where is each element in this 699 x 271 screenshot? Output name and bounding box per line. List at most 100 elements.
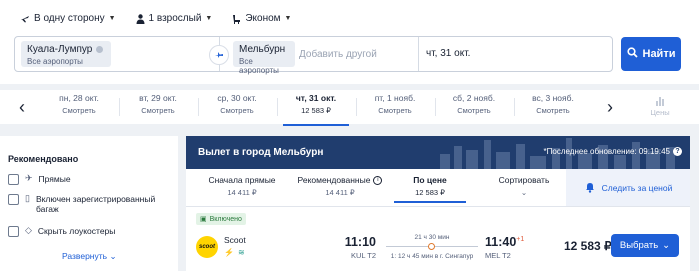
select-label: Выбрать [619, 240, 659, 251]
badge-label: Включено [209, 215, 242, 223]
date-cell-day: вт, 29 окт. [139, 93, 177, 103]
date-cell-day: ср, 30 окт. [217, 93, 257, 103]
divider [198, 98, 199, 116]
tab-label: Сортировать [498, 175, 550, 185]
search-panel: В одну сторону ▼ 1 взрослый ▼ Эконом ▼ К… [0, 0, 699, 84]
date-field[interactable]: чт, 31 окт. [426, 48, 470, 59]
next-day-indicator: +1 [516, 235, 525, 243]
flight-card[interactable]: ▣ Включено scoot Scoot ⚡ ≋ 11:10 KUL T2 … [186, 207, 690, 271]
sort-dropdown[interactable]: Сортировать ⌄ [494, 175, 554, 197]
results-header: Вылет в город Мельбурн *Последнее обновл… [186, 136, 690, 169]
arrival-time: 11:40 [485, 235, 517, 249]
search-box: Куала-Лумпур Все аэропорты Мельбурн Все … [14, 36, 613, 75]
date-cell-day: вс, 3 нояб. [532, 93, 574, 103]
to-chip[interactable]: Мельбурн Все аэропорты [233, 41, 295, 75]
tab-direct-first[interactable]: Сначала прямые 14 411 ₽ [202, 175, 282, 197]
chevron-right-icon[interactable]: › [604, 97, 616, 117]
results-title: Вылет в город Мельбурн [198, 147, 324, 158]
chevron-down-icon: ⌄ [520, 188, 528, 197]
search-button-label: Найти [642, 48, 676, 60]
date-cell-price: Смотреть [457, 106, 491, 115]
swap-plane-icon[interactable] [209, 45, 229, 65]
date-cell-price: Смотреть [220, 106, 254, 115]
person-icon [136, 13, 145, 24]
prices-toggle[interactable]: Цены [640, 94, 680, 117]
date-cell-price: Смотреть [141, 106, 175, 115]
date-cell[interactable]: сб, 2 нояб. Смотреть [435, 93, 513, 123]
divider [277, 98, 278, 116]
from-sub: Все аэропорты [27, 57, 83, 66]
departure-airport: KUL T2 [350, 251, 376, 260]
info-icon[interactable]: i [373, 175, 383, 185]
price-alert-label: Следить за ценой [601, 182, 673, 193]
filters-panel: Рекомендовано ✈ Прямые ▯ Включен зарегис… [0, 136, 178, 271]
trip-type-select[interactable]: В одну сторону ▼ [20, 13, 116, 24]
duration: 21 ч 30 мин [414, 234, 450, 241]
prices-label: Цены [650, 108, 670, 117]
last-update: *Последнее обновление: 09:19:45 ? [544, 147, 682, 156]
date-cell-price: Смотреть [536, 106, 570, 115]
from-city: Куала-Лумпур [27, 44, 93, 55]
airline-logo: scoot [196, 236, 218, 258]
cabin-class-select[interactable]: Эконом ▼ [232, 13, 291, 24]
stop-marker [428, 243, 435, 250]
date-cell[interactable]: чт, 31 окт. 12 583 ₽ [277, 93, 355, 126]
date-cell[interactable]: пт, 1 нояб. Смотреть [356, 93, 434, 123]
date-cell-price: Смотреть [378, 106, 412, 115]
checkbox[interactable] [8, 174, 19, 185]
divider [356, 98, 357, 116]
from-chip[interactable]: Куала-Лумпур Все аэропорты [21, 41, 111, 67]
sort-tabs: Сначала прямые 14 411 ₽ Рекомендованные i… [186, 169, 690, 207]
tab-label: По цене [413, 175, 447, 185]
filter-baggage[interactable]: ▯ Включен зарегистрированный багаж [8, 193, 173, 214]
checkbox[interactable] [8, 194, 19, 205]
plane-icon: ✈ [25, 173, 33, 183]
tab-recommended[interactable]: Рекомендованные i 14 411 ₽ [292, 175, 388, 197]
expand-filters-link[interactable]: Развернуть ⌄ [62, 251, 117, 262]
seat-icon [232, 14, 241, 24]
trip-type-label: В одну сторону [34, 13, 105, 24]
date-cell[interactable]: ср, 30 окт. Смотреть [198, 93, 276, 123]
add-destination-input[interactable]: Добавить другой [299, 49, 377, 60]
divider [418, 37, 419, 71]
remove-icon[interactable] [96, 46, 104, 53]
checkbox[interactable] [8, 226, 19, 237]
arrival: 11:40+1 MEL T2 [485, 235, 530, 260]
tab-label: Рекомендованные [297, 175, 371, 185]
to-sub: Все аэропорты [239, 57, 279, 75]
tab-value: 14 411 ₽ [325, 188, 355, 197]
date-cell-day: сб, 2 нояб. [452, 93, 496, 103]
chevron-left-icon[interactable]: ‹ [16, 97, 28, 117]
tab-value: 12 583 ₽ [415, 188, 445, 197]
price-alert-button[interactable]: Следить за ценой [566, 169, 690, 206]
date-cell[interactable]: вт, 29 окт. Смотреть [119, 93, 197, 123]
passengers-select[interactable]: 1 взрослый ▼ [136, 13, 212, 24]
arrival-airport: MEL T2 [485, 251, 511, 260]
select-button[interactable]: Выбрать ⌄ [611, 234, 679, 257]
power-icon: ⚡ [224, 248, 234, 257]
included-badge: ▣ Включено [196, 213, 246, 225]
departure-time: 11:10 [344, 235, 376, 249]
airline-name: Scoot [224, 235, 246, 245]
tab-value: 14 411 ₽ [227, 188, 257, 197]
bar-chart-icon [640, 94, 680, 106]
chevron-down-icon: ⌄ [662, 240, 671, 251]
date-carousel: ‹ пн, 28 окт. Смотреть вт, 29 окт. Смотреть… [0, 90, 699, 126]
tab-by-price[interactable]: По цене 12 583 ₽ [394, 175, 466, 203]
to-city: Мельбурн [239, 44, 286, 55]
search-icon [626, 47, 638, 61]
search-button[interactable]: Найти [621, 37, 681, 71]
filter-label: Прямые [38, 174, 71, 184]
filter-lowcost[interactable]: ◇ Скрыть лоукостеры [8, 225, 115, 237]
tag-icon: ◇ [25, 225, 32, 235]
date-cell[interactable]: пн, 28 окт. Смотреть [40, 93, 118, 123]
passengers-label: 1 взрослый [148, 13, 202, 24]
help-icon[interactable]: ? [673, 147, 682, 156]
search-options: В одну сторону ▼ 1 взрослый ▼ Эконом ▼ [20, 13, 291, 24]
filters-title: Рекомендовано [8, 154, 79, 164]
filter-direct[interactable]: ✈ Прямые [8, 173, 71, 185]
date-cell-day: пн, 28 окт. [59, 93, 99, 103]
cabin-class-label: Эконом [245, 13, 281, 24]
chevron-down-icon: ⌄ [109, 251, 117, 261]
date-cell[interactable]: вс, 3 нояб. Смотреть [514, 93, 592, 123]
